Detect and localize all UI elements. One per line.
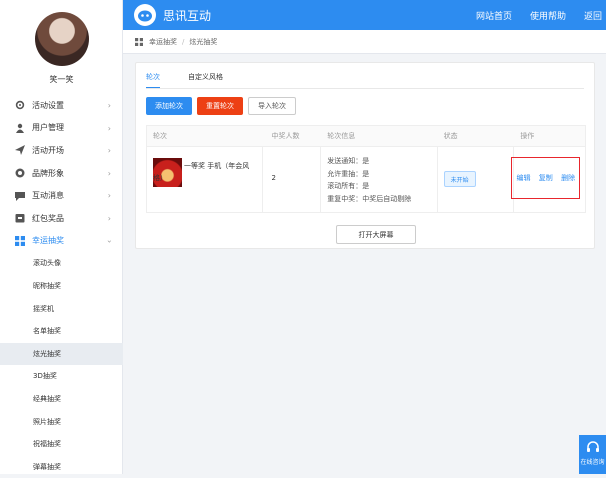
- sidebar-item-opening[interactable]: 活动开场 ›: [0, 139, 123, 162]
- chevron-right-icon: ›: [108, 146, 111, 155]
- sidebar-item-redpacket[interactable]: 红包奖品 ›: [0, 207, 123, 230]
- nav-home-link[interactable]: 网站首页: [476, 9, 512, 22]
- sidebar-item-label: 幸运抽奖: [32, 235, 64, 246]
- sidebar-subitem[interactable]: 3D抽奖: [0, 365, 123, 388]
- col-status: 状态: [438, 131, 515, 141]
- col-info: 轮次信息: [321, 131, 437, 141]
- nav-back-link[interactable]: 返回: [584, 9, 602, 22]
- sidebar-item-label: 活动开场: [32, 145, 64, 156]
- col-winners: 中奖人数: [263, 131, 321, 141]
- sidebar-item-label: 互动消息: [32, 190, 64, 201]
- username: 笑一笑: [0, 74, 123, 85]
- import-round-button[interactable]: 导入轮次: [248, 97, 296, 115]
- sidebar-item-users[interactable]: 用户管理 ›: [0, 117, 123, 140]
- sidebar-item-brand[interactable]: 品牌形象 ›: [0, 162, 123, 185]
- add-round-button[interactable]: 添加轮次: [146, 97, 192, 115]
- chevron-down-icon: ›: [105, 239, 114, 242]
- chevron-right-icon: ›: [108, 191, 111, 200]
- tabs: 轮次 自定义风格: [146, 72, 251, 88]
- sidebar-subitem[interactable]: 摇奖机: [0, 297, 123, 320]
- sidebar-subitem[interactable]: 昵称抽奖: [0, 275, 123, 298]
- chevron-right-icon: ›: [108, 101, 111, 110]
- grid-icon: [135, 38, 143, 46]
- user-icon: [15, 123, 25, 133]
- sidebar-subitem[interactable]: 经典抽奖: [0, 388, 123, 411]
- table-row: 一等奖 手机（年会风格） 2 发送通知：是 允许重抽：是 滚动所有：是 重复中奖…: [147, 147, 585, 212]
- edit-link[interactable]: 编辑: [516, 173, 530, 183]
- send-icon: [15, 145, 25, 155]
- breadcrumb-separator: /: [182, 38, 184, 46]
- sidebar-item-activity-settings[interactable]: 活动设置 ›: [0, 94, 123, 117]
- online-consult-button[interactable]: 在线咨询: [579, 435, 606, 474]
- chevron-right-icon: ›: [108, 214, 111, 223]
- status-badge: 未开始: [444, 171, 476, 187]
- brand-name: 思讯互动: [163, 7, 211, 24]
- breadcrumb: 幸运抽奖 / 炫光抽奖: [123, 30, 606, 54]
- rounds-table: 轮次 中奖人数 轮次信息 状态 操作 一等奖 手机（年会风格） 2 发送通知：是…: [146, 125, 586, 213]
- nav-help-link[interactable]: 使用帮助: [530, 9, 566, 22]
- info-notify: 发送通知：是: [327, 155, 411, 168]
- sidebar-item-label: 活动设置: [32, 100, 64, 111]
- tab-rounds[interactable]: 轮次: [146, 72, 160, 88]
- gift-icon: [15, 213, 25, 223]
- table-header: 轮次 中奖人数 轮次信息 状态 操作: [147, 126, 585, 147]
- sidebar-subitem[interactable]: 弹幕抽奖: [0, 456, 123, 478]
- sidebar-item-lottery[interactable]: 幸运抽奖 ›: [0, 230, 123, 253]
- tab-custom-style[interactable]: 自定义风格: [188, 72, 223, 88]
- sidebar-subitem[interactable]: 照片抽奖: [0, 410, 123, 433]
- top-bar: 思讯互动 网站首页 使用帮助 返回: [123, 0, 606, 30]
- col-actions: 操作: [514, 131, 585, 141]
- tab-divider: [146, 88, 584, 89]
- sidebar: 笑一笑 活动设置 › 用户管理 › 活动开场 › 品牌形象 › 互动消息 ›: [0, 0, 123, 474]
- sidebar-menu: 活动设置 › 用户管理 › 活动开场 › 品牌形象 › 互动消息 › 红包奖品 …: [0, 94, 123, 478]
- copy-link[interactable]: 复制: [539, 173, 553, 183]
- prize-name: 一等奖 手机（年会风格）: [153, 160, 257, 184]
- chevron-right-icon: ›: [108, 169, 111, 178]
- sidebar-item-messages[interactable]: 互动消息 ›: [0, 184, 123, 207]
- sidebar-subitem[interactable]: 祝福抽奖: [0, 433, 123, 456]
- delete-link[interactable]: 删除: [561, 173, 575, 183]
- chevron-right-icon: ›: [108, 124, 111, 133]
- breadcrumb-current: 炫光抽奖: [189, 37, 217, 47]
- reset-round-button[interactable]: 重置轮次: [197, 97, 243, 115]
- info-redraw: 允许重抽：是: [327, 168, 411, 181]
- round-info: 发送通知：是 允许重抽：是 滚动所有：是 重复中奖：中奖后自动剔除: [327, 155, 411, 205]
- gear-icon: [15, 100, 25, 110]
- brand-icon: [15, 168, 25, 178]
- sidebar-subitem-selected[interactable]: 炫光抽奖: [0, 343, 123, 366]
- message-icon: [15, 191, 25, 201]
- action-buttons: 添加轮次 重置轮次 导入轮次: [146, 97, 301, 115]
- sidebar-item-label: 品牌形象: [32, 168, 64, 179]
- sidebar-subitem[interactable]: 滚动头像: [0, 252, 123, 275]
- sidebar-subitem[interactable]: 名单抽奖: [0, 320, 123, 343]
- col-round: 轮次: [147, 131, 263, 141]
- logo-icon: [134, 4, 156, 26]
- row-actions: 编辑 复制 删除: [511, 157, 580, 199]
- info-repeat: 重复中奖：中奖后自动剔除: [327, 193, 411, 206]
- sidebar-item-label: 用户管理: [32, 122, 64, 133]
- open-big-screen-button[interactable]: 打开大屏幕: [336, 225, 416, 244]
- sidebar-item-label: 红包奖品: [32, 213, 64, 224]
- brand[interactable]: 思讯互动: [134, 4, 211, 26]
- breadcrumb-root[interactable]: 幸运抽奖: [149, 37, 177, 47]
- grid-icon: [15, 236, 25, 246]
- winner-count: 2: [271, 174, 275, 182]
- content-card: 轮次 自定义风格 添加轮次 重置轮次 导入轮次 轮次 中奖人数 轮次信息 状态 …: [135, 62, 595, 249]
- online-consult-label: 在线咨询: [579, 457, 606, 466]
- avatar[interactable]: [35, 12, 89, 66]
- top-nav: 网站首页 使用帮助 返回: [476, 0, 606, 30]
- headset-icon: [586, 441, 600, 455]
- info-scroll: 滚动所有：是: [327, 180, 411, 193]
